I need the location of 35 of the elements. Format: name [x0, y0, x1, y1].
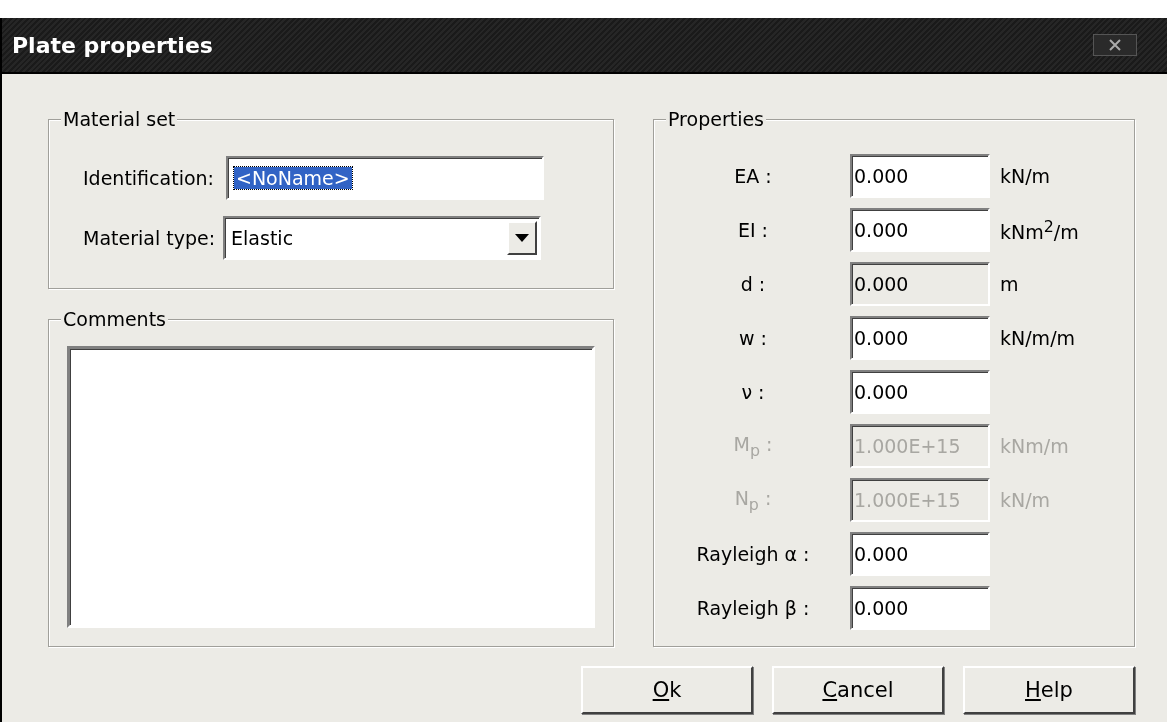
material-type-dropdown[interactable]: Elastic	[223, 216, 542, 260]
dropdown-arrow-icon	[515, 234, 530, 242]
comments-field[interactable]	[67, 346, 595, 628]
unit-label: kN/m	[1000, 165, 1052, 187]
close-icon	[1107, 39, 1123, 51]
property-value-field[interactable]: 0.000	[850, 370, 990, 414]
unit-label: kN/m/m	[1000, 327, 1077, 349]
unit-label: kNm$^{2}$/m	[1000, 216, 1080, 244]
group-title: Properties	[666, 108, 767, 130]
property-value-field[interactable]: 0.000	[850, 316, 990, 360]
window-title: Plate properties	[12, 32, 213, 58]
dialog-button[interactable]: Cancel	[772, 666, 944, 714]
property-label: EI :	[736, 219, 770, 241]
field-label: Identification:	[83, 167, 214, 189]
property-value-field[interactable]: 0.000	[850, 586, 990, 630]
unit-label: kNm/m	[1000, 435, 1070, 457]
property-label: w :	[738, 327, 768, 349]
dialog-button[interactable]: Help	[963, 666, 1135, 714]
property-label: Rayleigh β :	[695, 597, 811, 619]
property-value-field[interactable]: 0.000	[850, 154, 990, 198]
property-label: N$_{p}$ :	[733, 486, 773, 514]
field-label: Material type:	[83, 227, 216, 249]
property-label: Rayleigh α :	[695, 543, 811, 565]
property-value-field[interactable]: 0.000	[850, 262, 990, 306]
property-label: ν :	[740, 381, 766, 403]
property-value-field[interactable]: 0.000	[850, 532, 990, 576]
property-label: EA :	[733, 165, 773, 187]
dialog-button[interactable]: Ok	[581, 666, 753, 714]
property-value-field[interactable]: 0.000	[850, 208, 990, 252]
unit-label: m	[1000, 273, 1020, 295]
close-button[interactable]	[1093, 34, 1137, 56]
identification-field[interactable]: <NoName>	[226, 156, 544, 200]
property-label: M$_{p}$ :	[732, 432, 774, 460]
property-label: d :	[739, 273, 767, 295]
unit-label: kN/m	[1000, 489, 1052, 511]
